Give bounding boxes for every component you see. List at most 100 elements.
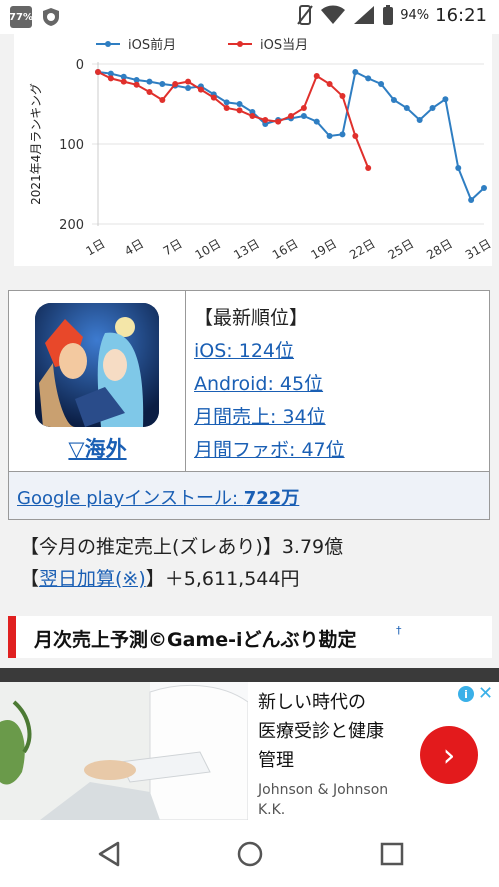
y-tick-label: 100	[59, 138, 84, 153]
data-point	[95, 69, 101, 75]
x-tick-label: 1日	[83, 236, 107, 258]
monthly-sales-rank-link[interactable]: 月間売上: 34位	[194, 402, 326, 429]
data-point	[236, 107, 243, 114]
data-point	[236, 101, 243, 107]
data-point	[107, 75, 114, 82]
data-point	[468, 197, 475, 203]
ranking-title: 【最新順位】	[194, 307, 309, 329]
ios-rank-link[interactable]: iOS: 124位	[194, 336, 294, 363]
x-tick-label: 31日	[463, 236, 492, 262]
shield-icon	[43, 8, 59, 26]
section-heading: 月次売上予測©Game-iどんぶり勘定 †	[8, 616, 492, 658]
legend-label: iOS前月	[128, 37, 176, 53]
data-point	[300, 105, 307, 111]
y-tick-label: 0	[76, 58, 84, 73]
data-point	[249, 113, 256, 119]
data-point	[223, 105, 230, 111]
data-point	[313, 118, 320, 125]
x-tick-label: 25日	[386, 236, 417, 262]
y-axis-label: 2021年4月ランキング	[29, 83, 43, 205]
data-point	[429, 105, 436, 111]
home-icon[interactable]	[236, 840, 264, 868]
data-point	[197, 86, 204, 93]
data-point	[146, 89, 153, 95]
chevron-right-icon: ›	[442, 736, 456, 774]
data-point	[455, 165, 462, 171]
android-rank-link[interactable]: Android: 45位	[194, 369, 323, 396]
ranking-chart: 0 100 200 2021年4月ランキング 1日 4日 7日 10日 13日 16日 19日 22日…	[14, 34, 492, 266]
data-point	[172, 81, 179, 87]
data-point	[133, 81, 140, 88]
ad-close-icon[interactable]: ✕	[478, 683, 493, 704]
data-point	[300, 113, 307, 119]
data-point	[275, 118, 282, 125]
x-tick-label: 4日	[122, 236, 146, 258]
data-point	[442, 96, 449, 103]
x-tick-label: 7日	[161, 236, 185, 258]
clock: 16:21	[435, 4, 487, 26]
next-day-addition: 【翌日加算(※)】＋5,611,544円	[20, 568, 300, 590]
ranking-chart-svg: 0 100 200 2021年4月ランキング 1日 4日 7日 10日 13日 16日 19日 22日…	[29, 37, 492, 262]
data-point	[146, 78, 153, 85]
next-day-addition-link[interactable]: 翌日加算(※)	[39, 568, 146, 590]
estimated-sales: 【今月の推定売上(ズレあり)】3.79億	[20, 536, 344, 558]
content-divider	[0, 668, 499, 682]
ad-sponsor: Johnson & Johnson K.K.	[258, 782, 389, 818]
legend-marker	[237, 41, 243, 47]
wifi-icon	[321, 5, 346, 24]
y-tick-label: 200	[59, 218, 84, 233]
install-label: Google playインストール:	[17, 488, 244, 509]
ad-image[interactable]	[0, 682, 248, 820]
data-point	[352, 133, 359, 139]
data-point	[326, 81, 333, 87]
data-point	[313, 73, 320, 79]
battery-percent: 94%	[400, 7, 430, 23]
data-point	[185, 85, 192, 91]
install-count-link[interactable]: Google playインストール: 722万	[17, 484, 299, 510]
data-point	[416, 117, 423, 123]
region-link[interactable]: ▽海外	[9, 433, 186, 463]
series-line-0	[97, 70, 485, 202]
data-point	[378, 81, 385, 87]
data-point	[403, 105, 410, 111]
back-icon[interactable]	[96, 840, 122, 868]
data-point	[339, 93, 346, 99]
status-bar: 77% 94% 16:21	[0, 0, 499, 34]
advertisement[interactable]: 新しい時代の 医療受診と健康 管理 Johnson & Johnson K.K.…	[0, 682, 499, 820]
ad-open-button[interactable]: ›	[420, 726, 478, 784]
data-point	[390, 97, 397, 103]
data-point	[365, 165, 372, 171]
app-info-box: ▽海外 【最新順位】 iOS: 124位 Android: 45位 月間売上: …	[8, 290, 490, 520]
monthly-fav-rank-link[interactable]: 月間ファボ: 47位	[194, 435, 345, 462]
x-tick-label: 28日	[424, 236, 455, 262]
data-point	[223, 99, 230, 106]
data-point	[365, 75, 372, 82]
data-point	[185, 78, 192, 85]
navigation-bar	[0, 820, 499, 887]
section-accent-bar	[8, 616, 16, 658]
data-point	[288, 113, 294, 119]
data-point	[352, 69, 359, 75]
section-title: 月次売上予測©Game-iどんぶり勘定	[34, 629, 357, 651]
ad-info-icon[interactable]: i	[458, 686, 474, 702]
section-footnote-link[interactable]: †	[396, 624, 402, 637]
battery-saver-icon: 77%	[9, 6, 33, 28]
install-count: 722万	[243, 488, 300, 509]
ad-title[interactable]: 新しい時代の 医療受診と健康 管理	[258, 688, 418, 775]
signal-icon	[354, 6, 375, 24]
legend-label: iOS当月	[260, 38, 308, 53]
data-point	[262, 117, 269, 123]
data-point	[339, 131, 346, 138]
x-tick-label: 19日	[308, 236, 339, 262]
legend-marker	[105, 41, 111, 47]
battery-icon	[383, 5, 394, 25]
game-app-icon[interactable]	[35, 303, 159, 427]
data-point	[481, 185, 487, 191]
recent-apps-icon[interactable]	[380, 842, 404, 866]
x-tick-label: 13日	[231, 236, 262, 262]
vibrate-icon	[297, 5, 314, 25]
data-point	[159, 81, 166, 87]
x-tick-label: 10日	[193, 236, 224, 262]
data-point	[326, 133, 333, 139]
data-point	[210, 94, 217, 101]
